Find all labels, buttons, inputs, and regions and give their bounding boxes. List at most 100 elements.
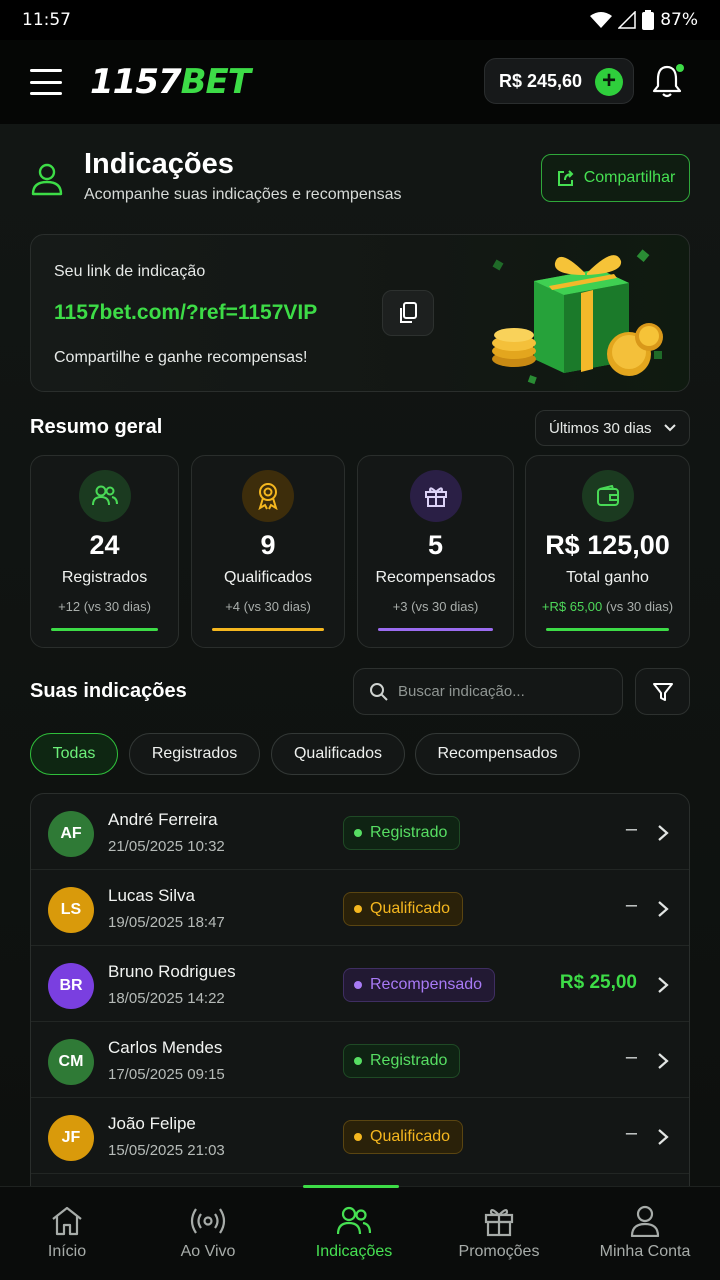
avatar: JF: [48, 1115, 94, 1161]
referrals-title: Suas indicações: [30, 680, 187, 702]
share-icon: [557, 170, 574, 186]
referral-name: Lucas Silva: [108, 886, 195, 905]
referral-name: João Felipe: [108, 1114, 196, 1133]
referral-row[interactable]: AF André Ferreira 21/05/2025 10:32 Regis…: [31, 794, 689, 870]
stat-change: +4 (vs 30 dias): [225, 599, 311, 614]
referral-row[interactable]: CM Carlos Mendes 17/05/2025 09:15 Regist…: [31, 1022, 689, 1098]
referral-amount: –: [625, 1122, 637, 1144]
filter-button[interactable]: [635, 668, 690, 715]
avatar: AF: [48, 811, 94, 857]
stat-change: +R$ 65,00 (vs 30 dias): [541, 599, 674, 614]
stat-card-total-earned[interactable]: R$ 125,00 Total ganho +R$ 65,00 (vs 30 d…: [525, 455, 690, 648]
avatar: BR: [48, 963, 94, 1009]
notifications-button[interactable]: [652, 64, 684, 100]
referral-amount: –: [625, 894, 637, 916]
chevron-right-icon: [658, 901, 669, 917]
notification-dot: [676, 64, 684, 72]
summary-header: Resumo geral Últimos 30 dias: [30, 410, 690, 446]
chevron-right-icon: [658, 1053, 669, 1069]
filter-chip-recompensados[interactable]: Recompensados: [415, 733, 580, 775]
main-content: Indicações Acompanhe suas indicações e r…: [0, 124, 720, 1186]
copy-icon: [400, 302, 417, 323]
stat-card-qualified[interactable]: 9 Qualificados +4 (vs 30 dias): [191, 455, 345, 648]
wallet-icon: [581, 470, 634, 522]
copy-link-button[interactable]: [382, 290, 434, 336]
account-icon: [630, 1205, 660, 1237]
referral-amount: R$ 25,00: [559, 972, 637, 993]
referrals-list: AF André Ferreira 21/05/2025 10:32 Regis…: [30, 793, 690, 1186]
referral-date: 19/05/2025 18:47: [108, 914, 225, 931]
wifi-icon: [590, 12, 613, 28]
summary-title: Resumo geral: [30, 416, 163, 438]
search-placeholder: Buscar indicação...: [398, 683, 525, 700]
status-badge: Registrado: [343, 1044, 461, 1078]
status-badge: Qualificado: [343, 892, 464, 926]
battery-level: 87%: [660, 10, 698, 30]
referral-amount: –: [625, 818, 637, 840]
menu-button[interactable]: [30, 69, 62, 95]
deposit-plus-icon[interactable]: +: [595, 68, 623, 96]
logo[interactable]: 1157BET: [90, 62, 251, 102]
status-badge: Recompensado: [343, 968, 496, 1002]
signal-icon: [618, 11, 636, 29]
referral-row[interactable]: JF João Felipe 15/05/2025 21:03 Qualific…: [31, 1098, 689, 1174]
share-button[interactable]: Compartilhar: [541, 154, 690, 202]
referral-link-card: Seu link de indicação 1157bet.com/?ref=1…: [30, 234, 690, 392]
stat-label: Total ganho: [566, 569, 649, 586]
stat-accent-bar: [546, 628, 669, 631]
filter-chip-registrados[interactable]: Registrados: [129, 733, 260, 775]
referral-date: 15/05/2025 21:03: [108, 1142, 225, 1159]
status-time: 11:57: [22, 10, 71, 30]
active-tab-indicator: [303, 1185, 399, 1188]
nav-item-promocoes[interactable]: Promoções: [434, 1205, 564, 1261]
battery-icon: [642, 10, 655, 30]
referral-link-label: Seu link de indicação: [54, 263, 206, 280]
page-header: Indicações Acompanhe suas indicações e r…: [30, 148, 690, 208]
nav-item-minha-conta[interactable]: Minha Conta: [580, 1205, 710, 1261]
referral-link[interactable]: 1157bet.com/?ref=1157VIP: [54, 301, 317, 325]
home-icon: [52, 1206, 82, 1236]
stat-accent-bar: [212, 628, 324, 631]
users-icon: [78, 470, 131, 522]
filter-chip-todas[interactable]: Todas: [30, 733, 118, 775]
referral-name: Bruno Rodrigues: [108, 962, 236, 981]
referral-date: 21/05/2025 10:32: [108, 838, 225, 855]
period-select-value: Últimos 30 dias: [549, 419, 652, 437]
balance-amount: R$ 245,60: [499, 70, 583, 91]
filter-chip-qualificados[interactable]: Qualificados: [271, 733, 405, 775]
stat-value: 24: [89, 530, 120, 560]
nav-item-indicacoes[interactable]: Indicações: [289, 1205, 419, 1261]
top-bar: 1157BET R$ 245,60 +: [0, 40, 720, 124]
referral-amount: –: [625, 1046, 637, 1068]
referrals-list-header: Suas indicações Buscar indicação...: [30, 668, 690, 716]
chevron-down-icon: [664, 424, 676, 432]
filter-icon: [652, 682, 673, 701]
balance-button[interactable]: R$ 245,60 +: [484, 58, 634, 104]
avatar: CM: [48, 1039, 94, 1085]
stat-accent-bar: [51, 628, 158, 631]
search-input[interactable]: Buscar indicação...: [353, 668, 623, 715]
share-label: Compartilhar: [583, 169, 676, 186]
search-icon: [370, 683, 388, 701]
live-icon: [190, 1208, 226, 1234]
stat-value: 5: [427, 530, 444, 560]
chevron-right-icon: [658, 1129, 669, 1145]
referral-row[interactable]: LS Lucas Silva 19/05/2025 18:47 Qualific…: [31, 870, 689, 946]
stat-label: Registrados: [61, 569, 148, 586]
stat-value: 9: [260, 530, 276, 560]
nav-item-inicio[interactable]: Início: [2, 1205, 132, 1261]
avatar: LS: [48, 887, 94, 933]
stat-value: R$ 125,00: [545, 530, 670, 560]
stat-card-rewarded[interactable]: 5 Recompensados +3 (vs 30 dias): [357, 455, 514, 648]
nav-label: Promoções: [458, 1243, 540, 1260]
referral-row[interactable]: BR Bruno Rodrigues 18/05/2025 14:22 Reco…: [31, 946, 689, 1022]
nav-label: Início: [47, 1243, 87, 1260]
gift-icon: [409, 470, 462, 522]
referral-note: Compartilhe e ganhe recompensas!: [54, 349, 308, 366]
nav-item-ao-vivo[interactable]: Ao Vivo: [143, 1205, 273, 1261]
gift-illustration: [492, 249, 663, 385]
referral-date: 17/05/2025 09:15: [108, 1066, 225, 1083]
stat-card-registered[interactable]: 24 Registrados +12 (vs 30 dias): [30, 455, 179, 648]
stat-label: Recompensados: [375, 569, 496, 586]
period-select[interactable]: Últimos 30 dias: [535, 410, 690, 446]
